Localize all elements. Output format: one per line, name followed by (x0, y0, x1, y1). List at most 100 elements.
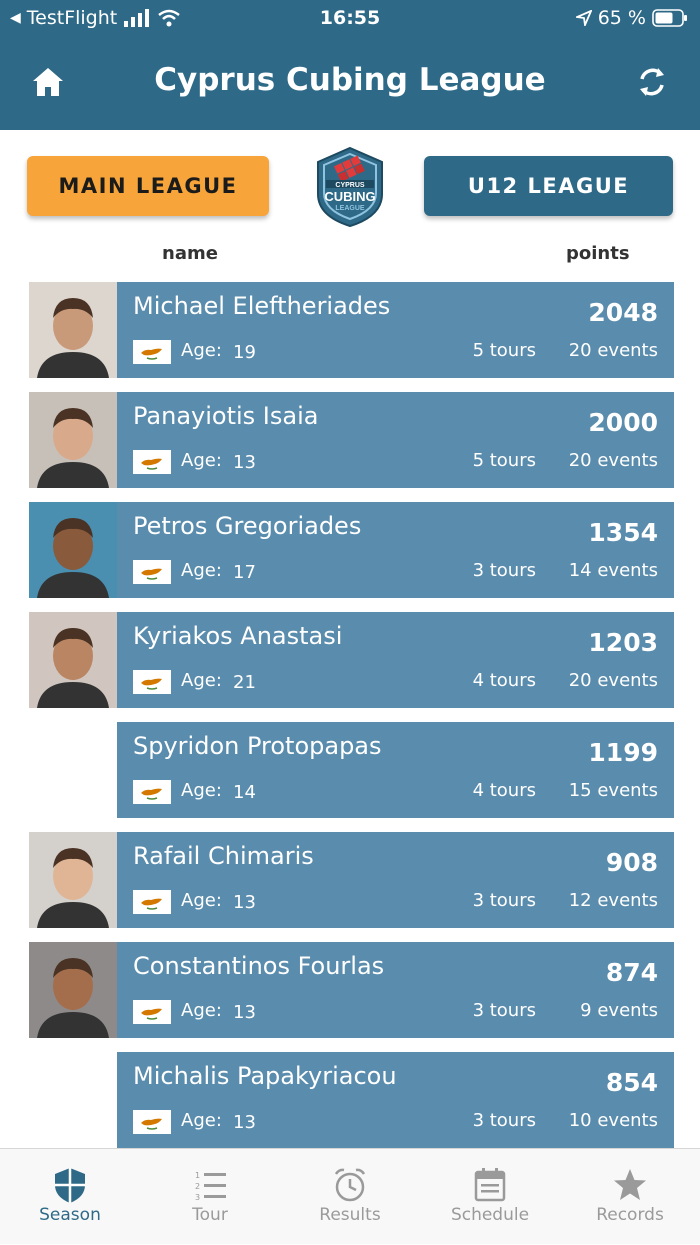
player-row[interactable]: Spyridon Protopapas 1199 Age: 14 4 tours… (29, 722, 674, 818)
app-header: Cyprus Cubing League (0, 40, 700, 130)
player-list[interactable]: Michael Eleftheriades 2048 Age: 19 5 tou… (0, 282, 700, 1148)
player-tours: 3 tours (472, 1000, 536, 1021)
name-column-header: name (162, 243, 218, 264)
location-arrow-icon (575, 10, 592, 26)
portrait-image (29, 392, 117, 488)
player-events: 10 events (568, 1110, 658, 1131)
portrait-image (29, 832, 117, 928)
portrait-image (29, 502, 117, 598)
player-name: Rafail Chimaris (133, 842, 314, 870)
player-card[interactable]: Petros Gregoriades 1354 Age: 17 3 tours … (117, 502, 674, 598)
player-row[interactable]: Michael Eleftheriades 2048 Age: 19 5 tou… (29, 282, 674, 378)
player-photo (29, 832, 117, 928)
player-row[interactable]: Rafail Chimaris 908 Age: 13 3 tours 12 e… (29, 832, 674, 928)
player-points: 2000 (588, 408, 658, 437)
player-age: 13 (233, 892, 256, 913)
calendar-icon (474, 1168, 506, 1202)
player-photo (29, 282, 117, 378)
player-events: 14 events (568, 560, 658, 581)
tab-season[interactable]: Season (0, 1149, 140, 1245)
player-card[interactable]: Michael Eleftheriades 2048 Age: 19 5 tou… (117, 282, 674, 378)
player-events: 12 events (568, 890, 658, 911)
player-photo (29, 1052, 117, 1148)
player-photo (29, 612, 117, 708)
tab-label: Schedule (450, 1205, 530, 1225)
player-name: Michalis Papakyriacou (133, 1062, 397, 1090)
svg-text:2: 2 (195, 1182, 200, 1191)
player-card[interactable]: Michalis Papakyriacou 854 Age: 13 3 tour… (117, 1052, 674, 1148)
age-label: Age: (181, 450, 222, 471)
battery-icon (652, 9, 687, 27)
age-label: Age: (181, 340, 222, 361)
player-card[interactable]: Spyridon Protopapas 1199 Age: 14 4 tours… (117, 722, 674, 818)
player-age: 21 (233, 672, 256, 693)
portrait-image (29, 942, 117, 1038)
player-tours: 5 tours (472, 450, 536, 471)
player-name: Petros Gregoriades (133, 512, 362, 540)
tab-label: Records (596, 1205, 664, 1225)
player-age: 13 (233, 1112, 256, 1133)
player-tours: 3 tours (472, 890, 536, 911)
logo-line3: LEAGUE (335, 205, 365, 212)
alarm-clock-icon (334, 1168, 366, 1202)
player-row[interactable]: Panayiotis Isaia 2000 Age: 13 5 tours 20… (29, 392, 674, 488)
star-icon (614, 1169, 646, 1200)
cyprus-flag-icon (133, 670, 171, 694)
main-league-button[interactable]: MAIN LEAGUE (27, 156, 269, 216)
status-bar: ◀ TestFlight 16:55 65 % (0, 0, 700, 40)
player-points: 1199 (588, 738, 658, 767)
player-photo (29, 722, 117, 818)
age-label: Age: (181, 1110, 222, 1131)
player-events: 20 events (568, 340, 658, 361)
flag-island (141, 568, 162, 580)
player-row[interactable]: Michalis Papakyriacou 854 Age: 13 3 tour… (29, 1052, 674, 1148)
cyprus-flag-icon (133, 890, 171, 914)
logo-line1: CYPRUS (335, 182, 365, 189)
player-card[interactable]: Kyriakos Anastasi 1203 Age: 21 4 tours 2… (117, 612, 674, 708)
player-card[interactable]: Rafail Chimaris 908 Age: 13 3 tours 12 e… (117, 832, 674, 928)
tab-tour[interactable]: 1 2 3 Tour (140, 1149, 280, 1245)
player-events: 15 events (568, 780, 658, 801)
league-logo: CYPRUS CUBING LEAGUE (317, 146, 383, 228)
player-tours: 3 tours (472, 1110, 536, 1131)
player-name: Michael Eleftheriades (133, 292, 391, 320)
list-icon: 1 2 3 (195, 1171, 226, 1202)
cyprus-flag-icon (133, 560, 171, 584)
age-label: Age: (181, 560, 222, 581)
player-tours: 3 tours (472, 560, 536, 581)
player-photo (29, 942, 117, 1038)
player-name: Spyridon Protopapas (133, 732, 382, 760)
tab-results[interactable]: Results (280, 1149, 420, 1245)
tab-schedule[interactable]: Schedule (420, 1149, 560, 1245)
shield-icon (55, 1168, 85, 1203)
player-points: 874 (605, 958, 658, 987)
player-name: Kyriakos Anastasi (133, 622, 343, 650)
player-row[interactable]: Petros Gregoriades 1354 Age: 17 3 tours … (29, 502, 674, 598)
tab-records[interactable]: Records (560, 1149, 700, 1245)
player-points: 2048 (588, 298, 658, 327)
player-events: 9 events (580, 1000, 658, 1021)
flag-island (141, 898, 162, 910)
svg-text:1: 1 (195, 1171, 200, 1180)
refresh-icon[interactable] (634, 64, 670, 100)
cyprus-flag-icon (133, 450, 171, 474)
flag-island (141, 1118, 162, 1130)
player-age: 14 (233, 782, 256, 803)
cyprus-flag-icon (133, 1110, 171, 1134)
age-label: Age: (181, 670, 222, 691)
player-events: 20 events (568, 450, 658, 471)
age-label: Age: (181, 890, 222, 911)
page-title: Cyprus Cubing League (154, 62, 546, 98)
player-photo (29, 392, 117, 488)
flag-island (141, 1008, 162, 1020)
player-row[interactable]: Kyriakos Anastasi 1203 Age: 21 4 tours 2… (29, 612, 674, 708)
player-card[interactable]: Constantinos Fourlas 874 Age: 13 3 tours… (117, 942, 674, 1038)
portrait-image (29, 282, 117, 378)
player-points: 1203 (588, 628, 658, 657)
player-points: 854 (605, 1068, 658, 1097)
player-tours: 4 tours (472, 780, 536, 801)
player-row[interactable]: Constantinos Fourlas 874 Age: 13 3 tours… (29, 942, 674, 1038)
age-label: Age: (181, 780, 222, 801)
player-card[interactable]: Panayiotis Isaia 2000 Age: 13 5 tours 20… (117, 392, 674, 488)
u12-league-button[interactable]: U12 LEAGUE (424, 156, 673, 216)
